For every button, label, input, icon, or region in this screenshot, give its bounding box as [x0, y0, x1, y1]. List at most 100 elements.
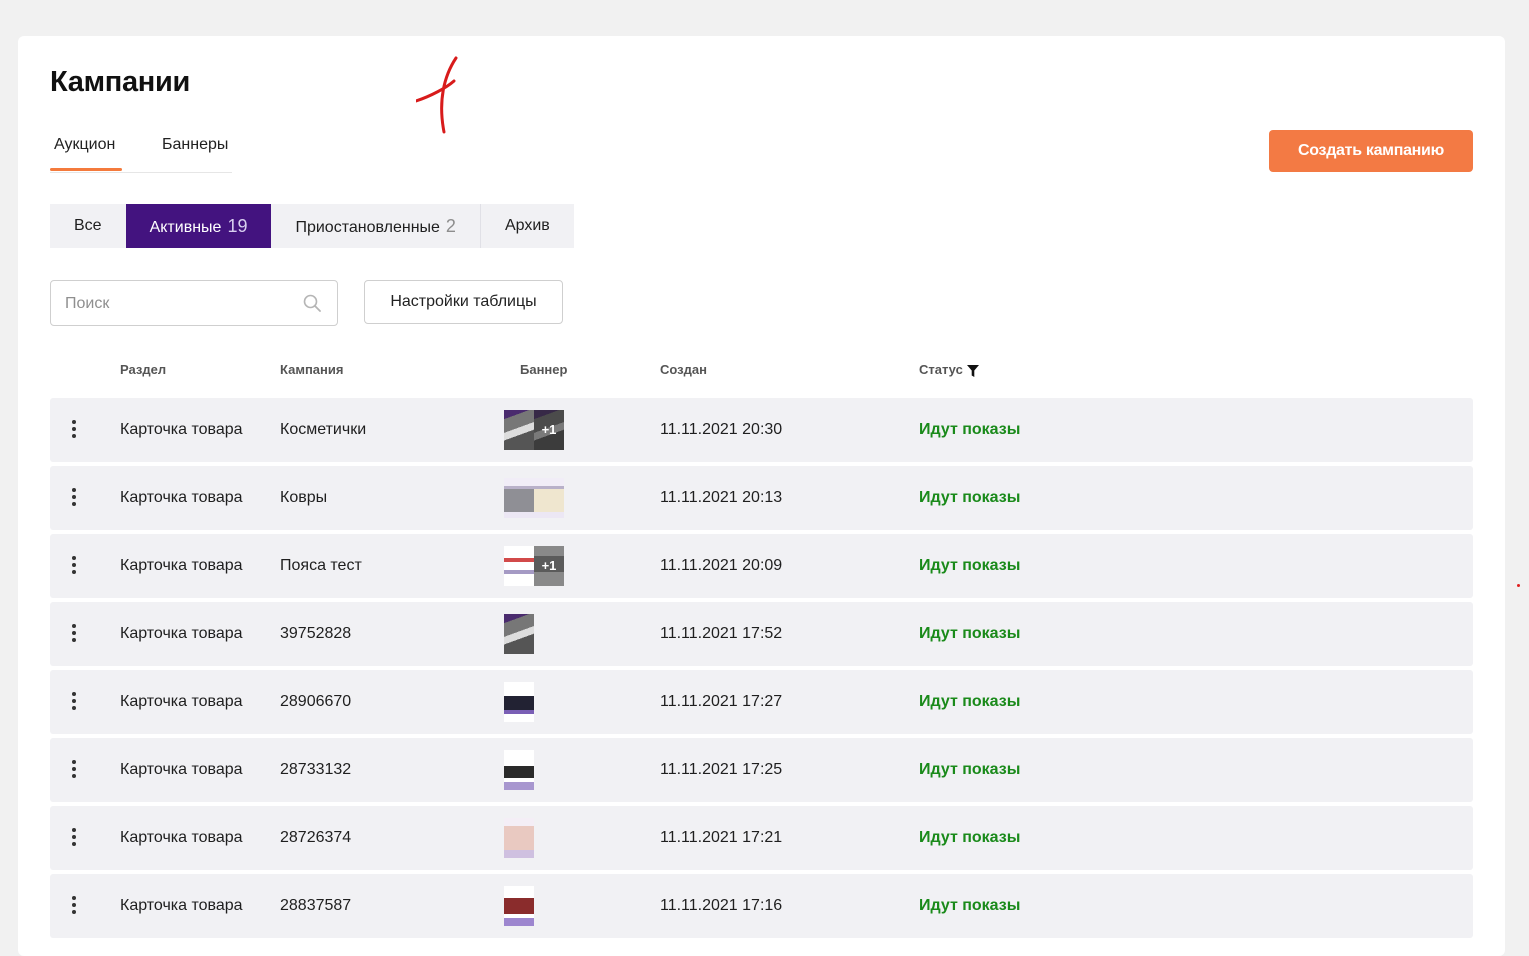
status-badge: Идут показы — [919, 557, 1021, 574]
kebab-menu-icon[interactable] — [66, 826, 82, 850]
column-header-campaign[interactable]: Кампания — [280, 362, 343, 377]
filter-icon[interactable] — [966, 364, 979, 377]
cell-campaign[interactable]: Косметички — [280, 398, 366, 462]
banner-thumbnail-more — [534, 546, 564, 586]
banner-thumbnail — [504, 614, 534, 654]
cell-campaign[interactable]: 28733132 — [280, 738, 351, 802]
cell-created: 11.11.2021 17:27 — [660, 693, 783, 710]
banner-thumbnails[interactable] — [504, 410, 564, 450]
create-campaign-button[interactable]: Создать кампанию — [1269, 130, 1473, 172]
cell-created: 11.11.2021 17:25 — [660, 761, 783, 778]
segment-all[interactable]: Все — [50, 204, 126, 248]
segment-active[interactable]: Активные 19 — [125, 204, 272, 248]
status-badge: Идут показы — [919, 897, 1021, 914]
segment-count: 19 — [227, 216, 248, 236]
segment-count: 2 — [445, 216, 456, 236]
search-box — [50, 280, 338, 327]
cell-campaign[interactable]: Ковры — [280, 466, 327, 530]
campaigns-panel: Кампании Аукцион Баннеры Создать кампани… — [18, 36, 1505, 956]
handwritten-mark — [416, 56, 458, 134]
table-row[interactable]: Карточка товара 28726374 11.11.2021 17:2… — [50, 806, 1473, 870]
cell-created: 11.11.2021 20:13 — [660, 489, 783, 506]
table-row[interactable]: Карточка товара 28733132 11.11.2021 17:2… — [50, 738, 1473, 802]
cell-created: 11.11.2021 17:16 — [660, 897, 783, 914]
active-tab-indicator — [50, 168, 122, 171]
search-icon[interactable] — [303, 294, 321, 312]
kebab-menu-icon[interactable] — [66, 758, 82, 782]
column-header-banner[interactable]: Баннер — [520, 362, 567, 377]
banner-thumbnails[interactable] — [504, 750, 534, 790]
table-row[interactable]: Карточка товара 28906670 11.11.2021 17:2… — [50, 670, 1473, 734]
tab-auction[interactable]: Аукцион — [54, 132, 115, 170]
kebab-menu-icon[interactable] — [66, 622, 82, 646]
kebab-menu-icon[interactable] — [66, 690, 82, 714]
banner-thumbnail — [504, 750, 534, 790]
banner-thumbnails[interactable] — [504, 682, 534, 722]
banner-thumbnail — [504, 410, 534, 450]
campaigns-table-body: Карточка товара Косметички 11.11.2021 20… — [50, 398, 1473, 942]
cell-campaign[interactable]: 28906670 — [280, 670, 351, 734]
table-row[interactable]: Карточка товара 39752828 11.11.2021 17:5… — [50, 602, 1473, 666]
table-header: Раздел Кампания Баннер Создан Статус — [50, 362, 1473, 382]
banner-thumbnail — [504, 682, 534, 722]
table-row[interactable]: Карточка товара Косметички 11.11.2021 20… — [50, 398, 1473, 462]
column-header-created[interactable]: Создан — [660, 362, 707, 377]
page-title: Кампании — [50, 66, 191, 98]
kebab-menu-icon[interactable] — [66, 554, 82, 578]
banner-thumbnails[interactable] — [504, 886, 534, 926]
banner-thumbnails[interactable] — [504, 818, 534, 858]
status-badge: Идут показы — [919, 761, 1021, 778]
table-row[interactable]: Карточка товара Пояса тест 11.11.2021 20… — [50, 534, 1473, 598]
cell-campaign[interactable]: 28726374 — [280, 806, 351, 870]
cell-section: Карточка товара — [120, 489, 243, 506]
status-badge: Идут показы — [919, 421, 1021, 438]
cell-section: Карточка товара — [120, 761, 243, 778]
cell-campaign[interactable]: 39752828 — [280, 602, 351, 666]
segment-label: Архив — [504, 217, 550, 234]
banner-thumbnails[interactable] — [504, 546, 564, 586]
cell-created: 11.11.2021 17:52 — [660, 625, 783, 642]
banner-thumbnail-more — [534, 410, 564, 450]
banner-thumbnail — [534, 478, 564, 518]
banner-thumbnail — [504, 818, 534, 858]
cell-section: Карточка товара — [120, 897, 243, 914]
segment-paused[interactable]: Приостановленные 2 — [271, 204, 480, 248]
cell-campaign[interactable]: Пояса тест — [280, 534, 362, 598]
segment-label: Активные — [149, 219, 222, 236]
banner-thumbnail — [504, 886, 534, 926]
cell-section: Карточка товара — [120, 421, 243, 438]
cell-created: 11.11.2021 20:09 — [660, 557, 783, 574]
campaign-type-tabs: Аукцион Баннеры — [50, 132, 232, 173]
column-header-section[interactable]: Раздел — [120, 362, 166, 377]
table-settings-button[interactable]: Настройки таблицы — [364, 280, 563, 324]
cell-section: Карточка товара — [120, 625, 243, 642]
segment-label: Все — [74, 217, 102, 234]
status-badge: Идут показы — [919, 693, 1021, 710]
cell-campaign[interactable]: 28837587 — [280, 874, 351, 938]
banner-thumbnails[interactable] — [504, 478, 564, 518]
cell-section: Карточка товара — [120, 557, 243, 574]
kebab-menu-icon[interactable] — [66, 418, 82, 442]
banner-thumbnail — [504, 478, 534, 518]
red-dot-mark — [1517, 584, 1520, 587]
tab-banners[interactable]: Баннеры — [162, 132, 228, 170]
status-badge: Идут показы — [919, 625, 1021, 642]
status-header-label: Статус — [919, 362, 963, 377]
table-row[interactable]: Карточка товара 28837587 11.11.2021 17:1… — [50, 874, 1473, 938]
cell-section: Карточка товара — [120, 693, 243, 710]
banner-thumbnail — [504, 546, 534, 586]
table-row[interactable]: Карточка товара Ковры 11.11.2021 20:13 И… — [50, 466, 1473, 530]
status-filter-segments: Все Активные 19 Приостановленные 2 Архив — [50, 204, 574, 248]
search-input[interactable] — [63, 281, 297, 327]
banner-thumbnails[interactable] — [504, 614, 534, 654]
kebab-menu-icon[interactable] — [66, 894, 82, 918]
status-badge: Идут показы — [919, 829, 1021, 846]
column-header-status[interactable]: Статус — [919, 362, 979, 377]
cell-created: 11.11.2021 17:21 — [660, 829, 783, 846]
segment-archive[interactable]: Архив — [479, 204, 574, 248]
cell-created: 11.11.2021 20:30 — [660, 421, 783, 438]
kebab-menu-icon[interactable] — [66, 486, 82, 510]
status-badge: Идут показы — [919, 489, 1021, 506]
segment-label: Приостановленные — [295, 219, 440, 236]
cell-section: Карточка товара — [120, 829, 243, 846]
